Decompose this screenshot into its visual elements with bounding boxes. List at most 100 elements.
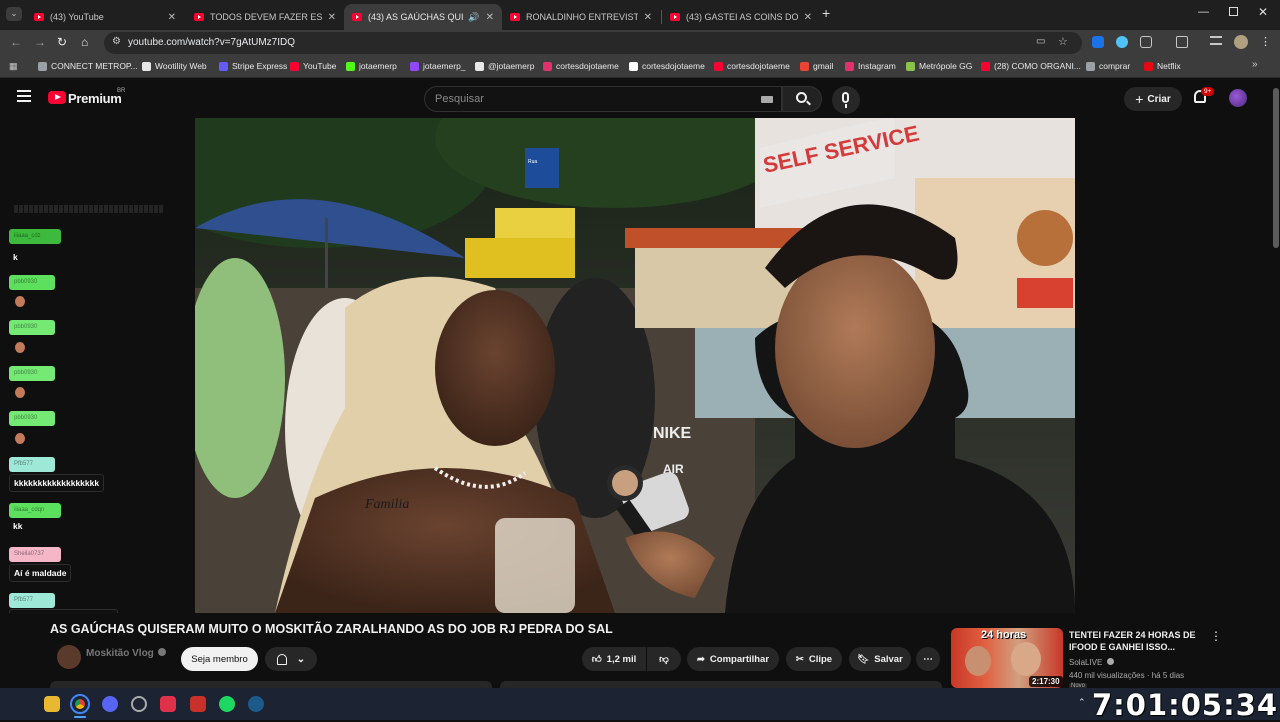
app-icon[interactable] (190, 696, 206, 712)
bookmark-item[interactable]: Wootility Web (142, 61, 207, 71)
more-bookmarks-icon[interactable]: » (1252, 59, 1258, 70)
description-box[interactable] (500, 681, 942, 688)
dislike-button[interactable]: 👎︎ (647, 647, 681, 671)
chat-username[interactable]: Pfb577 (9, 593, 55, 608)
bookmark-item[interactable]: cortesdojotaeme (714, 61, 790, 71)
steam-icon[interactable] (248, 696, 264, 712)
more-actions-button[interactable]: ⋯ (916, 647, 940, 671)
chat-username[interactable]: pbb0930 (9, 320, 55, 335)
bookmark-item[interactable]: jotaemerp (346, 61, 397, 71)
search-input[interactable]: Pesquisar (435, 93, 484, 105)
bookmark-item[interactable]: Instagram (845, 61, 896, 71)
join-membership-button[interactable]: Seja membro (181, 647, 258, 671)
bookmark-item[interactable]: jotaemerp_ (410, 61, 466, 71)
reading-list-icon[interactable] (1210, 36, 1222, 45)
bookmark-favicon-icon (346, 61, 355, 71)
system-tray-chevron-icon[interactable]: ⌃ (1078, 697, 1086, 708)
minimize-window-button[interactable]: — (1198, 6, 1209, 18)
bookmark-item[interactable]: Netflix (1144, 61, 1181, 71)
share-arrow-icon: ➦ (696, 653, 705, 665)
apps-grid-icon[interactable]: ▦ (9, 61, 18, 72)
browser-tab-active[interactable]: (43) AS GAÚCHAS QUISERAM 🔊 ✕ (344, 4, 502, 30)
subscription-bell-button[interactable]: ⌄ (265, 647, 317, 671)
chat-username[interactable]: pbb0930 (9, 275, 55, 290)
reload-icon[interactable]: ↻ (57, 35, 67, 49)
app-icon[interactable] (160, 696, 176, 712)
chat-username[interactable]: Pfb577 (9, 457, 55, 472)
home-icon[interactable]: ⌂ (81, 35, 88, 49)
bookmark-item[interactable]: gmail (800, 61, 833, 71)
audio-playing-icon[interactable]: 🔊 (468, 12, 479, 23)
clip-button[interactable]: ✂ Clipe (786, 647, 842, 671)
keyboard-icon[interactable] (761, 96, 773, 103)
bookmark-item[interactable]: cortesdojotaeme (543, 61, 619, 71)
close-tab-icon[interactable]: ✕ (644, 12, 652, 23)
new-tab-button[interactable]: + (822, 5, 830, 21)
save-button[interactable]: 🔖︎ Salvar (849, 647, 911, 671)
bookmark-item[interactable]: YouTube (290, 61, 336, 71)
chat-username[interactable]: pbb0930 (9, 411, 55, 426)
close-window-button[interactable]: ✕ (1258, 5, 1268, 19)
recommended-video-title[interactable]: TENTEI FAZER 24 HORAS DE IFOOD E GANHEI … (1069, 629, 1197, 653)
recommended-more-icon[interactable]: ⋮ (1210, 629, 1222, 643)
bookmark-item[interactable]: comprar (1086, 61, 1130, 71)
scrollbar-thumb[interactable] (1273, 88, 1279, 248)
bookmark-item[interactable]: @jotaemerp (475, 61, 534, 71)
youtube-header: Premium BR Pesquisar + Criar 9+ (0, 78, 1272, 118)
bookmark-item[interactable]: Metrópole GG (906, 61, 972, 71)
browser-menu-icon[interactable]: ⋮ (1260, 35, 1271, 48)
close-tab-icon[interactable]: ✕ (328, 12, 336, 23)
browser-tab[interactable]: (43) GASTEI AS COINS DO BAN ✕ (662, 4, 820, 30)
bookmark-item[interactable]: cortesdojotaeme (629, 61, 705, 71)
browser-tab[interactable]: (43) YouTube ✕ (26, 4, 184, 30)
profile-avatar[interactable] (1234, 35, 1248, 49)
back-arrow-icon[interactable]: ← (10, 35, 22, 49)
share-button[interactable]: ➦ Compartilhar (687, 647, 779, 671)
extensions-puzzle-icon[interactable] (1140, 36, 1152, 48)
account-avatar[interactable] (1229, 89, 1247, 107)
chat-username[interactable]: pbb0930 (9, 366, 55, 381)
extension-icon[interactable] (1176, 36, 1188, 48)
restore-window-button[interactable] (1229, 7, 1238, 16)
app-icon[interactable] (131, 696, 147, 712)
tab-search-button[interactable]: ⌄ (6, 7, 22, 21)
extension-icon[interactable] (1116, 36, 1128, 48)
create-button[interactable]: + Criar (1124, 87, 1182, 111)
bookmark-item[interactable]: (28) COMO ORGANI... (981, 61, 1081, 71)
close-tab-icon[interactable]: ✕ (804, 12, 812, 23)
hamburger-menu-icon[interactable] (17, 90, 31, 102)
recommended-channel[interactable]: SolaLIVE (1069, 658, 1114, 667)
bookmark-star-icon[interactable]: ☆ (1058, 35, 1068, 48)
spotify-icon[interactable] (219, 696, 235, 712)
cast-icon[interactable]: ▭ (1036, 36, 1045, 47)
voice-search-button[interactable] (832, 86, 860, 114)
bookmark-item[interactable]: Stripe Express (219, 61, 287, 71)
youtube-logo-icon[interactable] (48, 91, 66, 104)
site-info-icon[interactable]: ⚙ (112, 36, 121, 47)
bookmark-item[interactable]: CONNECT METROP... (38, 61, 138, 71)
channel-avatar[interactable] (57, 645, 81, 669)
chat-username[interactable]: iiiaaa_cdqn (9, 503, 61, 518)
channel-name[interactable]: Moskitão Vlog (86, 648, 154, 659)
search-box[interactable]: Pesquisar (424, 86, 782, 112)
extension-icon[interactable] (1092, 36, 1104, 48)
chat-username[interactable]: iiiaaa_cdz (9, 229, 61, 244)
close-tab-icon[interactable]: ✕ (168, 12, 176, 23)
url-text[interactable]: youtube.com/watch?v=7gAtUMz7IDQ (128, 37, 295, 48)
forward-arrow-icon[interactable]: → (34, 35, 46, 49)
page-scrollbar[interactable] (1272, 78, 1280, 688)
video-player[interactable]: Rua SELF SERVICE Familia NIKE AIR (195, 118, 1075, 613)
search-button[interactable] (782, 86, 822, 112)
recommended-video-thumbnail[interactable]: 24 horas 2:17:30 (951, 628, 1063, 688)
description-box[interactable] (50, 681, 492, 688)
chrome-icon[interactable] (70, 694, 90, 714)
youtube-premium-logo[interactable]: Premium (68, 91, 122, 106)
chat-username[interactable]: Sheila0737 (9, 547, 61, 562)
browser-tab[interactable]: RONALDINHO ENTREVISTA CH ✕ (502, 4, 660, 30)
browser-tab[interactable]: TODOS DEVEM FAZER ESSE ✕ (186, 4, 344, 30)
close-tab-icon[interactable]: ✕ (486, 12, 494, 23)
address-bar[interactable]: ⚙ youtube.com/watch?v=7gAtUMz7IDQ ▭ ☆ (104, 32, 1082, 54)
discord-icon[interactable] (102, 696, 118, 712)
like-button[interactable]: 👍︎ 1,2 mil (582, 647, 646, 671)
folder-icon[interactable] (44, 696, 60, 712)
